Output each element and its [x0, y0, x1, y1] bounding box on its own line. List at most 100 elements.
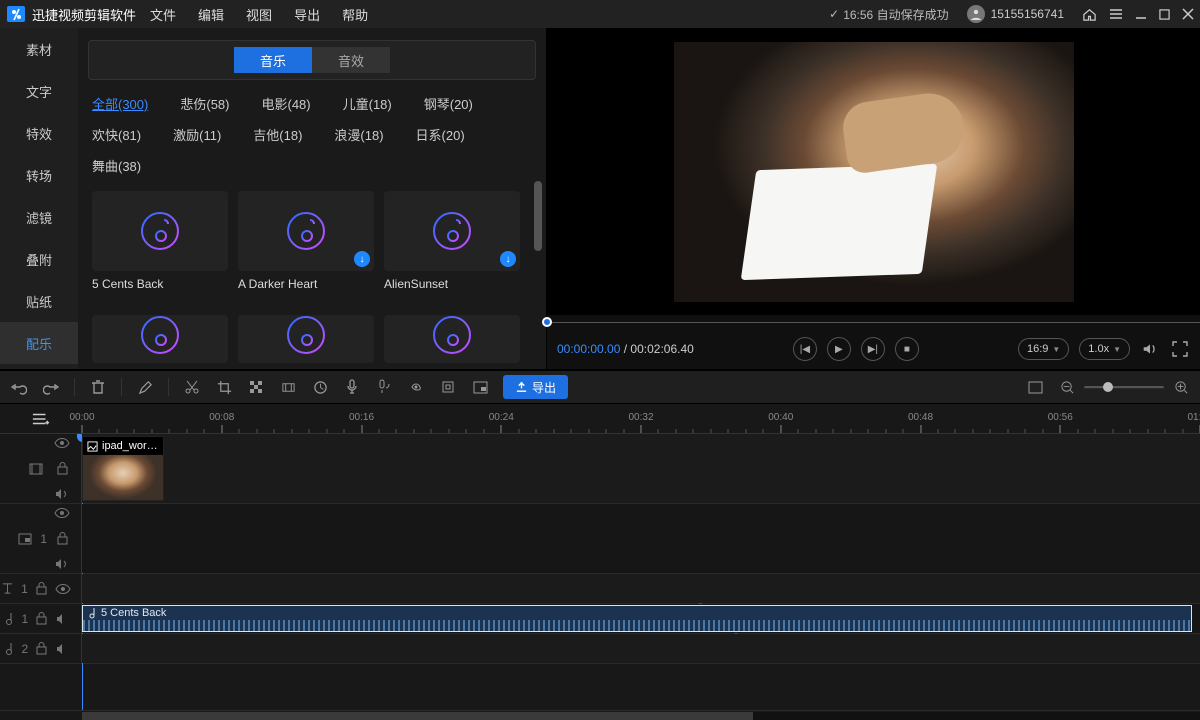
cat-all[interactable]: 全部(300)	[92, 94, 148, 113]
fullscreen-icon[interactable]	[1170, 341, 1190, 357]
tab-sfx[interactable]: 音效	[312, 47, 390, 73]
home-icon[interactable]	[1082, 7, 1097, 22]
cut-icon[interactable]	[183, 378, 201, 396]
time-total: 00:02:06.40	[630, 342, 693, 356]
sidebar-item-sticker[interactable]: 贴纸	[0, 280, 78, 322]
mute-icon[interactable]	[56, 610, 71, 628]
cat-inspire[interactable]: 激励(11)	[173, 125, 221, 144]
cat-movie[interactable]: 电影(48)	[261, 94, 310, 113]
music-title: AlienSunset	[384, 277, 520, 291]
mute-icon[interactable]	[53, 486, 71, 504]
volume-icon[interactable]	[1140, 340, 1160, 358]
seek-handle[interactable]	[542, 317, 552, 327]
sidebar-item-effect[interactable]: 特效	[0, 112, 78, 154]
lock-icon[interactable]	[53, 460, 71, 478]
cat-piano[interactable]: 钢琴(20)	[424, 94, 473, 113]
track-body[interactable]	[82, 504, 1200, 573]
user-info[interactable]: 15155156741	[967, 5, 1064, 23]
menu-view[interactable]: 视图	[246, 5, 272, 24]
visibility-icon[interactable]	[53, 504, 71, 522]
mute-icon[interactable]	[56, 640, 71, 658]
seek-bar[interactable]	[547, 315, 1200, 329]
sidebar-item-filter[interactable]: 滤镜	[0, 196, 78, 238]
delete-icon[interactable]	[89, 378, 107, 396]
maximize-icon[interactable]	[1159, 9, 1170, 20]
zoom-in-icon[interactable]	[1172, 378, 1190, 396]
download-icon[interactable]: ↓	[354, 251, 370, 267]
voice-effect-icon[interactable]	[407, 378, 425, 396]
autosave-status: ✓ 16:56 自动保存成功	[829, 6, 948, 23]
menu-file[interactable]: 文件	[150, 5, 176, 24]
cat-happy[interactable]: 欢快(81)	[92, 125, 141, 144]
menu-export[interactable]: 导出	[294, 5, 320, 24]
timeline-h-scroll[interactable]	[0, 710, 1200, 720]
fit-screen-icon[interactable]	[1026, 378, 1044, 396]
next-frame-button[interactable]: ▶|	[861, 337, 885, 361]
lock-icon[interactable]	[34, 610, 49, 628]
sidebar-item-text[interactable]: 文字	[0, 70, 78, 112]
crop-icon[interactable]	[215, 378, 233, 396]
download-icon[interactable]: ↓	[500, 251, 516, 267]
visibility-icon[interactable]	[53, 434, 71, 452]
aspect-select[interactable]: 16:9▼	[1018, 338, 1069, 360]
lock-icon[interactable]	[34, 580, 49, 598]
voice-record-icon[interactable]	[343, 378, 361, 396]
music-card[interactable]: 5 Cents Back	[92, 191, 228, 299]
sidebar-item-music[interactable]: 配乐	[0, 322, 78, 364]
audio-clip[interactable]: 5 Cents Back	[82, 605, 1192, 632]
lock-icon[interactable]	[53, 530, 71, 548]
music-card[interactable]	[92, 315, 228, 363]
minimize-icon[interactable]	[1135, 8, 1147, 20]
hamburger-icon[interactable]	[1109, 7, 1123, 21]
media-scroll-thumb[interactable]	[534, 181, 542, 251]
undo-icon[interactable]	[10, 378, 28, 396]
prev-frame-button[interactable]: |◀	[793, 337, 817, 361]
track-body[interactable]	[82, 574, 1200, 603]
track-pip: 1	[0, 504, 1200, 574]
video-clip[interactable]: ipad_wor…	[82, 436, 164, 501]
visibility-icon[interactable]	[55, 580, 71, 598]
track-body[interactable]: 5 Cents Back	[82, 604, 1200, 633]
zoom-handle[interactable]	[1103, 382, 1113, 392]
play-button[interactable]: ▶	[827, 337, 851, 361]
cat-kids[interactable]: 儿童(18)	[343, 94, 392, 113]
track-body[interactable]: ipad_wor…	[82, 434, 1200, 503]
timeline-ruler[interactable]: 00:0000:0800:1600:2400:3200:4000:4800:56…	[82, 404, 1200, 433]
mosaic-icon[interactable]	[247, 378, 265, 396]
speed-select[interactable]: 1.0x▼	[1079, 338, 1130, 360]
music-card[interactable]	[238, 315, 374, 363]
preview-controls: 00:00:00.00 / 00:02:06.40 |◀ ▶ ▶| ■ 16:9…	[547, 329, 1200, 369]
track-body[interactable]	[82, 634, 1200, 663]
timeline: 00:0000:0800:1600:2400:3200:4000:4800:56…	[0, 404, 1200, 720]
cat-guitar[interactable]: 吉他(18)	[253, 125, 302, 144]
export-button[interactable]: 导出	[503, 375, 568, 399]
zoom-slider[interactable]	[1084, 386, 1164, 389]
speed-icon[interactable]	[311, 378, 329, 396]
lock-icon[interactable]	[34, 640, 49, 658]
sidebar-item-material[interactable]: 素材	[0, 28, 78, 70]
music-card[interactable]: ↓ A Darker Heart	[238, 191, 374, 299]
zoom-out-icon[interactable]	[1058, 378, 1076, 396]
freeze-frame-icon[interactable]	[279, 378, 297, 396]
redo-icon[interactable]	[42, 378, 60, 396]
music-card[interactable]: ↓ AlienSunset	[384, 191, 520, 299]
edit-icon[interactable]	[136, 378, 154, 396]
cat-sad[interactable]: 悲伤(58)	[180, 94, 229, 113]
voice-change-icon[interactable]	[375, 378, 393, 396]
mute-icon[interactable]	[53, 556, 71, 574]
pip-icon[interactable]	[471, 378, 489, 396]
track-menu-icon[interactable]	[32, 410, 50, 428]
cat-romance[interactable]: 浪漫(18)	[334, 125, 383, 144]
music-card[interactable]	[384, 315, 520, 363]
menu-help[interactable]: 帮助	[342, 5, 368, 24]
stop-button[interactable]: ■	[895, 337, 919, 361]
music-thumb	[92, 191, 228, 271]
cat-japan[interactable]: 日系(20)	[416, 125, 465, 144]
menu-edit[interactable]: 编辑	[198, 5, 224, 24]
sidebar-item-transition[interactable]: 转场	[0, 154, 78, 196]
tab-music[interactable]: 音乐	[234, 47, 312, 73]
green-screen-icon[interactable]	[439, 378, 457, 396]
sidebar-item-overlay[interactable]: 叠附	[0, 238, 78, 280]
cat-dance[interactable]: 舞曲(38)	[92, 156, 141, 175]
close-icon[interactable]	[1182, 8, 1194, 20]
